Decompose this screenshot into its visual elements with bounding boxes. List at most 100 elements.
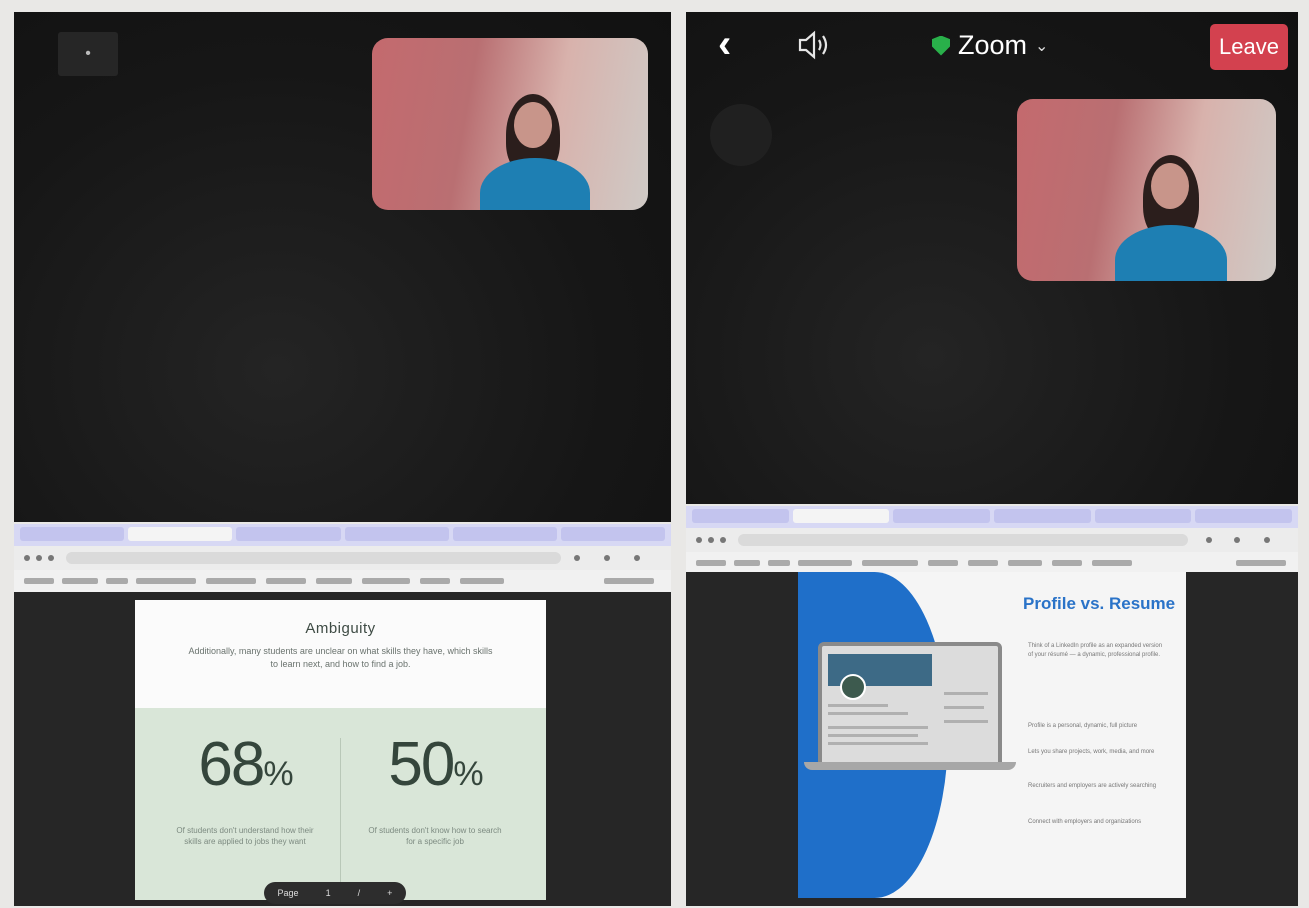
forward-icon[interactable] [36, 555, 42, 561]
slide-bullet: Recruiters and employers are actively se… [1028, 783, 1157, 789]
browser-tab[interactable] [1094, 509, 1192, 523]
stat-unit: % [263, 755, 293, 793]
stat-caption: Of students don't understand how their s… [176, 826, 314, 846]
address-bar-row [686, 528, 1298, 552]
browser-tab[interactable] [560, 527, 666, 541]
star-icon[interactable] [574, 555, 580, 561]
pdf-viewer: Ambiguity Additionally, many students ar… [14, 592, 671, 906]
browser-tab[interactable] [792, 509, 890, 523]
bookmark-item[interactable] [136, 578, 196, 584]
bookmark-item[interactable] [206, 578, 256, 584]
pdf-page-toolbar[interactable]: Page 1 / + [264, 882, 406, 904]
laptop-base [804, 762, 1016, 770]
tab-bar [686, 506, 1298, 528]
bookmark-item[interactable] [798, 560, 852, 566]
bookmark-item[interactable] [420, 578, 450, 584]
leave-button[interactable]: Leave [1210, 24, 1288, 70]
browser-tab[interactable] [692, 509, 789, 523]
extension-icon[interactable] [1234, 537, 1240, 543]
participant-video-tile[interactable] [372, 38, 648, 210]
bookmark-item[interactable] [266, 578, 306, 584]
chevron-down-icon: ⌄ [1035, 37, 1049, 55]
page-number-field[interactable]: 1 [326, 888, 331, 898]
participant-video-tile[interactable] [1017, 99, 1276, 281]
url-field[interactable] [738, 534, 1188, 546]
slide-bullet: Lets you share projects, work, media, an… [1028, 749, 1155, 755]
ellipsis-icon: • [85, 45, 91, 62]
browser-tab[interactable] [236, 527, 341, 541]
slide-viewer: Profile vs. Resume Think of a LinkedIn p… [686, 572, 1298, 906]
bookmarks-bar [686, 552, 1298, 573]
slide-title: Profile vs. Resume [1023, 594, 1176, 613]
bookmark-item[interactable] [62, 578, 98, 584]
participant-figure [1103, 149, 1227, 281]
back-icon[interactable] [696, 537, 702, 543]
zoom-in-button[interactable]: + [387, 888, 392, 898]
bookmark-item[interactable] [362, 578, 410, 584]
browser-window-right: Profile vs. Resume Think of a LinkedIn p… [686, 506, 1298, 906]
zoom-meeting-right: ‹ Zoom ⌄ Leave [686, 12, 1298, 504]
browser-window-left: Ambiguity Additionally, many students ar… [14, 524, 671, 906]
back-icon[interactable] [24, 555, 30, 561]
stat-divider [340, 738, 341, 888]
back-button[interactable]: ‹ [718, 24, 731, 64]
bookmark-item[interactable] [1052, 560, 1082, 566]
reload-icon[interactable] [720, 537, 726, 543]
avatar-placeholder [710, 104, 772, 166]
page-separator: / [357, 888, 361, 898]
url-field[interactable] [66, 552, 561, 564]
speaker-icon [798, 30, 828, 60]
speaker-button[interactable] [796, 30, 832, 60]
bookmark-item[interactable] [1092, 560, 1132, 566]
profile-icon[interactable] [634, 555, 640, 561]
shield-icon [932, 35, 950, 56]
extension-icon[interactable] [604, 555, 610, 561]
slide-bullet: Connect with employers and organizations [1028, 819, 1142, 825]
bookmark-item[interactable] [928, 560, 958, 566]
more-options-button[interactable]: • [58, 32, 118, 76]
bookmark-item[interactable] [1236, 560, 1286, 566]
stats-band: 68% Of students don't understand how the… [135, 708, 546, 900]
profile-icon[interactable] [1264, 537, 1270, 543]
participant-figure [468, 88, 590, 210]
tab-bar [14, 524, 671, 546]
slide-intro: Think of a LinkedIn profile as an expand… [1028, 643, 1163, 658]
chevron-left-icon: ‹ [718, 22, 732, 66]
bookmark-item[interactable] [696, 560, 726, 566]
browser-tab[interactable] [452, 527, 557, 541]
bookmark-item[interactable] [968, 560, 998, 566]
bookmark-item[interactable] [24, 578, 54, 584]
bookmark-item[interactable] [768, 560, 790, 566]
browser-tab[interactable] [994, 509, 1091, 523]
stat-unit: % [453, 755, 483, 793]
stat-caption: Of students don't know how to search for… [368, 826, 502, 846]
laptop-illustration [818, 642, 1002, 768]
bookmark-item[interactable] [460, 578, 504, 584]
page-label: Page [277, 888, 299, 898]
meeting-title-dropdown[interactable]: Zoom ⌄ [932, 30, 1048, 61]
browser-tab[interactable] [20, 527, 125, 541]
browser-tab[interactable] [1195, 509, 1293, 523]
bookmark-item[interactable] [106, 578, 128, 584]
forward-icon[interactable] [708, 537, 714, 543]
bookmark-item[interactable] [1008, 560, 1042, 566]
bookmark-item[interactable] [604, 578, 654, 584]
browser-tab[interactable] [128, 527, 233, 541]
stat-card: 68% Of students don't understand how the… [155, 732, 335, 847]
bookmark-item[interactable] [862, 560, 918, 566]
reload-icon[interactable] [48, 555, 54, 561]
zoom-meeting-left: • [14, 12, 671, 522]
meeting-title: Zoom [958, 30, 1028, 60]
meeting-header: ‹ Zoom ⌄ Leave [686, 12, 1298, 82]
stat-card: 50% Of students don't know how to search… [345, 732, 525, 847]
avatar [840, 674, 866, 700]
slide-profile-vs-resume: Profile vs. Resume Think of a LinkedIn p… [798, 572, 1186, 898]
bookmark-item[interactable] [734, 560, 760, 566]
stat-value: 68 [198, 730, 265, 799]
browser-tab[interactable] [893, 509, 991, 523]
slide-bullet: Profile is a personal, dynamic, full pic… [1028, 723, 1138, 729]
star-icon[interactable] [1206, 537, 1212, 543]
slide-ambiguity: Ambiguity Additionally, many students ar… [135, 600, 546, 900]
browser-tab[interactable] [344, 527, 449, 541]
bookmark-item[interactable] [316, 578, 352, 584]
